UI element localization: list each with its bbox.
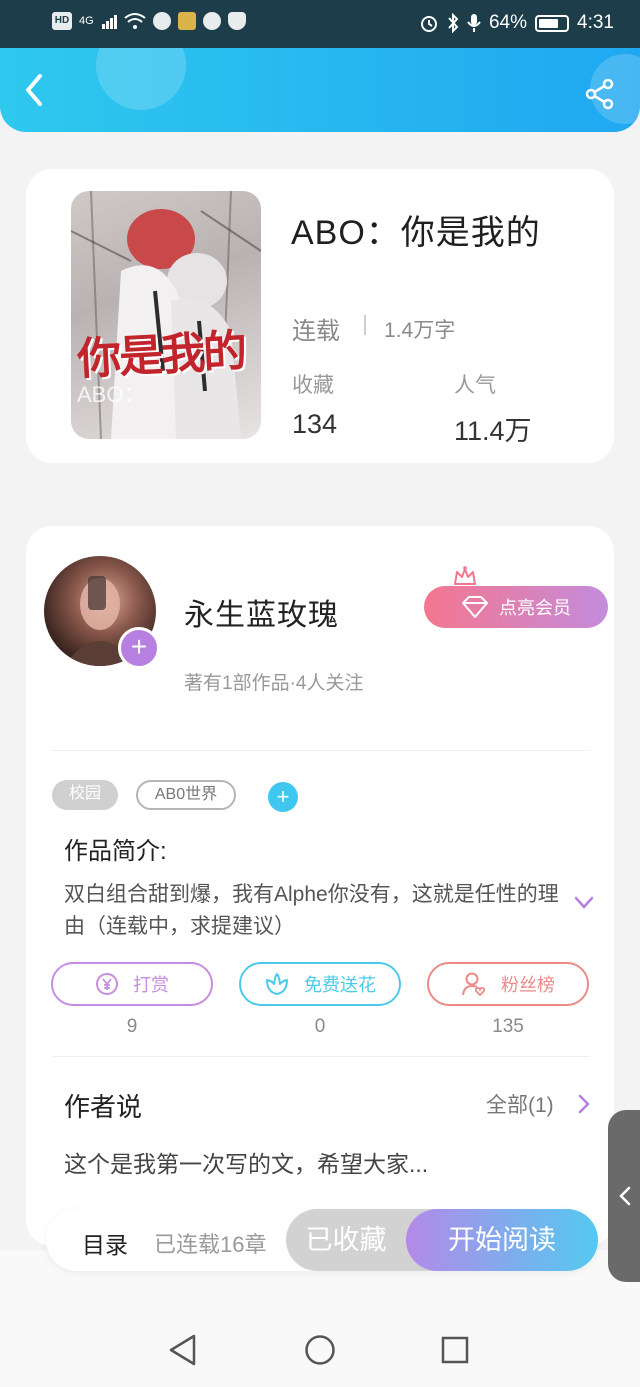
chevron-right-icon[interactable] bbox=[578, 1094, 590, 1114]
wechat-icon-2 bbox=[202, 12, 221, 30]
author-info-card: + 永生蓝玫瑰 著有1部作品·4人关注 点亮会员 校园 AB0世界 + 作品简介… bbox=[26, 526, 614, 1246]
reward-button[interactable]: 打赏 bbox=[51, 962, 213, 1006]
favorites-label: 收藏 bbox=[292, 374, 334, 397]
intro-title: 作品简介: bbox=[64, 838, 167, 865]
plus-icon: + bbox=[276, 784, 290, 809]
chapter-count[interactable]: 已连载16章 bbox=[154, 1227, 266, 1259]
nav-back-icon[interactable] bbox=[168, 1334, 198, 1366]
bluetooth-icon bbox=[448, 13, 459, 33]
add-tag-button[interactable]: + bbox=[268, 782, 298, 812]
author-says-title: 作者说 bbox=[64, 1092, 143, 1122]
wifi-icon bbox=[124, 13, 146, 29]
chevron-left-icon bbox=[26, 74, 42, 106]
vip-button[interactable]: 点亮会员 bbox=[424, 586, 608, 628]
toc-button[interactable]: 目录 bbox=[82, 1226, 128, 1260]
header-decoration bbox=[96, 48, 186, 110]
serial-status: 连载 bbox=[292, 318, 340, 345]
app-header bbox=[0, 48, 640, 132]
nav-home-icon[interactable] bbox=[304, 1334, 336, 1366]
follow-author-button[interactable]: + bbox=[118, 627, 160, 669]
bottom-action-bar: 目录 已连载16章 已收藏 开始阅读 bbox=[46, 1209, 598, 1271]
status-divider bbox=[364, 315, 366, 335]
app-icon bbox=[177, 12, 196, 30]
book-cover[interactable]: 你是我的 ABO： bbox=[71, 191, 261, 439]
book-info-card: 你是我的 ABO： ABO：你是我的 连载 1.4万字 收藏 134 人气 11… bbox=[26, 169, 614, 463]
nav-recents-icon[interactable] bbox=[441, 1336, 469, 1364]
fan-user-icon bbox=[462, 972, 486, 997]
author-says-text[interactable]: 这个是我第一次写的文，希望大家... bbox=[64, 1145, 428, 1179]
chevron-down-icon[interactable] bbox=[574, 896, 594, 910]
cover-subtitle-text: ABO： bbox=[77, 382, 146, 407]
side-drawer-handle[interactable] bbox=[608, 1110, 640, 1282]
yen-coin-icon bbox=[96, 973, 118, 995]
chevron-left-icon bbox=[619, 1186, 631, 1206]
microphone-icon bbox=[467, 14, 481, 32]
send-flower-button[interactable]: 免费送花 bbox=[239, 962, 401, 1006]
popularity-label: 人气 bbox=[454, 374, 496, 397]
system-nav-bar bbox=[0, 1312, 640, 1387]
status-bar: HD 4G 64% 4:31 bbox=[0, 0, 640, 48]
wechat-icon bbox=[152, 12, 171, 30]
signal-icon bbox=[101, 15, 117, 29]
intro-text: 双白组合甜到爆，我有Alphe你没有，这就是任性的理由（连载中，求提建议） bbox=[64, 883, 559, 938]
diamond-icon bbox=[462, 596, 488, 618]
author-name[interactable]: 永生蓝玫瑰 bbox=[184, 590, 339, 634]
favorites-value: 134 bbox=[292, 409, 338, 439]
fan-ranking-label: 粉丝榜 bbox=[501, 975, 555, 995]
divider bbox=[52, 750, 590, 751]
clock: 4:31 bbox=[577, 12, 614, 33]
vip-label: 点亮会员 bbox=[499, 598, 571, 618]
reward-label: 打赏 bbox=[133, 975, 169, 995]
author-says-all-link[interactable]: 全部(1) bbox=[486, 1089, 554, 1119]
start-reading-button[interactable]: 开始阅读 bbox=[406, 1209, 598, 1271]
reward-count: 9 bbox=[126, 1016, 138, 1037]
tag-1[interactable]: AB0世界 bbox=[136, 780, 236, 810]
share-icon bbox=[585, 78, 614, 110]
flower-count: 0 bbox=[314, 1016, 326, 1037]
book-title: ABO：你是我的 bbox=[291, 214, 541, 252]
battery-icon bbox=[535, 14, 570, 32]
share-button[interactable] bbox=[584, 78, 616, 110]
fan-count: 135 bbox=[492, 1016, 524, 1037]
fan-ranking-button[interactable]: 粉丝榜 bbox=[427, 962, 589, 1006]
collected-label: 已收藏 bbox=[305, 1225, 387, 1255]
shield-icon bbox=[227, 12, 246, 30]
word-count: 1.4万字 bbox=[384, 319, 456, 342]
tag-0[interactable]: 校园 bbox=[52, 780, 118, 810]
back-button[interactable] bbox=[18, 70, 54, 110]
battery-percent: 64% bbox=[488, 12, 528, 33]
crown-icon bbox=[454, 566, 476, 585]
hd-icon: HD bbox=[52, 12, 72, 30]
network-label: 4G bbox=[79, 15, 94, 27]
status-icons-right: 64% 4:31 bbox=[419, 12, 614, 34]
status-icons-left: HD 4G bbox=[52, 12, 246, 30]
divider bbox=[52, 1056, 590, 1057]
plus-icon: + bbox=[130, 631, 148, 662]
author-meta: 著有1部作品·4人关注 bbox=[184, 673, 364, 694]
alarm-icon bbox=[420, 16, 437, 32]
send-flower-label: 免费送花 bbox=[304, 975, 376, 995]
popularity-value: 11.4万 bbox=[454, 416, 532, 446]
flower-icon bbox=[266, 973, 288, 995]
